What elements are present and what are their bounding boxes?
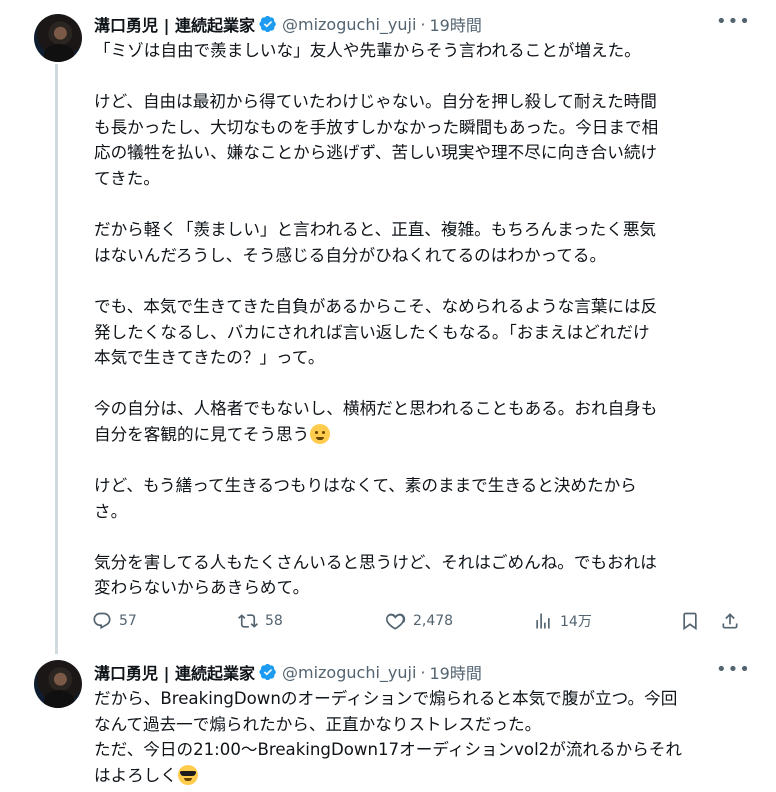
bookmark-button[interactable] <box>680 608 707 634</box>
verified-badge-icon <box>259 663 276 681</box>
tweet-header: 溝口勇児 | 連続起業家 @mizoguchi_yuji · 19時間 <box>94 12 482 36</box>
views-count: 14万 <box>560 614 592 630</box>
tweet-text-segment: はよろしく <box>94 765 177 785</box>
tweet-text-line: 気分を害してる人もたくさんいると思うけど、それはごめんね。でもおれは <box>94 550 749 576</box>
tweet-text-line: 応の犠牲を払い、嫌なことから逃げず、苦しい現実や理不尽に向き合い続け <box>94 140 749 166</box>
tweet-text-line: も長かったし、大切なものを手放すしかなかった瞬間もあった。今日まで相 <box>94 115 749 141</box>
tweet-header: 溝口勇児 | 連続起業家 @mizoguchi_yuji · 19時間 <box>94 660 482 684</box>
tweet[interactable]: 溝口勇児 | 連続起業家 @mizoguchi_yuji · 19時間 ••• … <box>0 0 776 654</box>
tweet-text-segment: さ。 <box>94 501 128 521</box>
tweet-text-segment: だから軽く「羨ましい」と言われると、正直、複雑。もちろんまったく悪気 <box>94 220 657 240</box>
tweet-text-line: だから軽く「羨ましい」と言われると、正直、複雑。もちろんまったく悪気 <box>94 217 749 243</box>
tweet-text-line: でも、本気で生きてきた自負があるからこそ、なめられるような言葉には反 <box>94 294 749 320</box>
reply-count: 57 <box>119 613 137 629</box>
tweet-text-segment: 応の犠牲を払い、嫌なことから逃げず、苦しい現実や理不尽に向き合い続け <box>94 143 658 163</box>
avatar[interactable] <box>34 14 82 62</box>
timestamp[interactable]: 19時間 <box>430 12 482 36</box>
reply-button[interactable]: 57 <box>92 608 137 634</box>
tweet-text-line: 今の自分は、人格者でもないし、横柄だと思われることもある。おれ自身も <box>94 396 749 422</box>
tweet-text-line: 本気で生きてきたの？」って。 <box>94 345 749 371</box>
tweet-text-line: はよろしく <box>94 763 749 789</box>
views-icon <box>536 613 550 629</box>
tweet-text-segment: だから、BreakingDownのオーディションで煽られると本気で腹が立つ。今回 <box>94 689 678 708</box>
tweet-text-segment: 気分を害してる人もたくさんいると思うけど、それはごめんね。でもおれは <box>94 552 657 572</box>
tweet-text-segment: でも、本気で生きてきた自負があるからこそ、なめられるような言葉には反 <box>94 296 658 316</box>
tweet[interactable]: 溝口勇児 | 連続起業家 @mizoguchi_yuji · 19時間 ••• … <box>0 648 776 792</box>
tweet-text: 「ミゾは自由で羨ましいな」友人や先輩からそう言われることが増えた。 けど、自由は最… <box>94 38 749 601</box>
author-name[interactable]: 溝口勇児 | 連続起業家 <box>94 12 255 36</box>
tweet-text-line: けど、自由は最初から得ていたわけじゃない。自分を押し殺して耐えた時間 <box>94 89 749 115</box>
tweet-text-segment: 自分を客観的に見てそう思う <box>94 424 310 444</box>
tweet-text-segment: けど、自由は最初から得ていたわけじゃない。自分を押し殺して耐えた時間 <box>94 92 657 112</box>
timestamp[interactable]: 19時間 <box>430 660 482 684</box>
like-count: 2,478 <box>413 613 454 629</box>
tweet-text-line: 変わらないからあきらめて。 <box>94 575 749 601</box>
author-handle[interactable]: @mizoguchi_yuji <box>282 663 416 682</box>
tweet-text-segment: 今の自分は、人格者でもないし、横柄だと思われることもある。おれ自身も <box>94 399 658 419</box>
tweet-text-line: 発したくなるし、バカにされれば言い返したくもなる。「おまえはどれだけ <box>94 320 749 346</box>
share-icon <box>722 613 738 629</box>
verified-badge-icon <box>259 15 276 33</box>
more-options-icon[interactable]: ••• <box>716 661 750 685</box>
tweet-text-line: けど、もう繕って生きるつもりはなくて、素のままで生きると決めたから <box>94 473 749 499</box>
like-button[interactable]: 2,478 <box>386 608 453 634</box>
tweet-text-segment: ただ、今日の21:00〜BreakingDown17オーディションvol2が流れ… <box>94 740 682 760</box>
sweat-smile-emoji <box>310 423 331 444</box>
tweet-text-line: ただ、今日の21:00〜BreakingDown17オーディションvol2が流れ… <box>94 737 749 763</box>
share-button[interactable] <box>720 608 747 634</box>
tweet-text-segment: てきた。 <box>94 168 160 188</box>
tweet-text-segment: けど、もう繕って生きるつもりはなくて、素のままで生きると決めたから <box>94 476 637 496</box>
tweet-text-line: はないんだろうし、そう感じる自分がひねくれてるのはわかってる。 <box>94 243 749 269</box>
tweet-text-segment: はないんだろうし、そう感じる自分がひねくれてるのはわかってる。 <box>94 245 607 265</box>
retweet-button[interactable]: 58 <box>238 608 283 634</box>
author-name[interactable]: 溝口勇児 | 連続起業家 <box>94 660 255 684</box>
heart-icon <box>386 613 406 630</box>
retweet-icon <box>238 614 258 628</box>
tweet-text-segment: 本気で生きてきたの？」って。 <box>94 348 325 368</box>
retweet-count: 58 <box>265 613 283 629</box>
avatar[interactable] <box>34 660 82 708</box>
tweet-text-line: だから、BreakingDownのオーディションで煽られると本気で腹が立つ。今回 <box>94 686 749 712</box>
reply-icon <box>93 612 111 630</box>
tweet-text-line: 自分を客観的に見てそう思う <box>94 422 749 448</box>
tweet-actions: 57 58 2,478 14万 <box>92 608 752 634</box>
tweet-text-line: 「ミゾは自由で羨ましいな」友人や先輩からそう言われることが増えた。 <box>94 38 749 64</box>
tweet-text-segment: も長かったし、大切なものを手放すしかなかった瞬間もあった。今日まで相 <box>94 117 659 137</box>
tweet-text-segment: 変わらないからあきらめて。 <box>94 578 310 598</box>
separator-dot: · <box>420 662 426 682</box>
thread-connector-line <box>55 64 58 654</box>
more-options-icon[interactable]: ••• <box>716 13 750 37</box>
author-handle[interactable]: @mizoguchi_yuji <box>282 15 416 34</box>
tweet-text-segment: 「ミゾは自由で羨ましいな」友人や先輩からそう言われることが増えた。 <box>94 41 641 60</box>
tweet-text-line: なんて過去一で煽られたから、正直かなりストレスだった。 <box>94 712 749 738</box>
tweet-text: だから、BreakingDownのオーディションで煽られると本気で腹が立つ。今回… <box>94 686 749 788</box>
separator-dot: · <box>420 14 426 34</box>
views-button[interactable]: 14万 <box>533 608 592 634</box>
sunglasses-emoji <box>177 764 198 785</box>
tweet-text-line: さ。 <box>94 499 749 525</box>
tweet-text-segment: なんて過去一で煽られたから、正直かなりストレスだった。 <box>94 714 542 734</box>
bookmark-icon <box>683 612 697 631</box>
tweet-text-segment: 発したくなるし、バカにされれば言い返したくもなる。「おまえはどれだけ <box>94 322 650 342</box>
tweet-text-line: てきた。 <box>94 166 749 192</box>
